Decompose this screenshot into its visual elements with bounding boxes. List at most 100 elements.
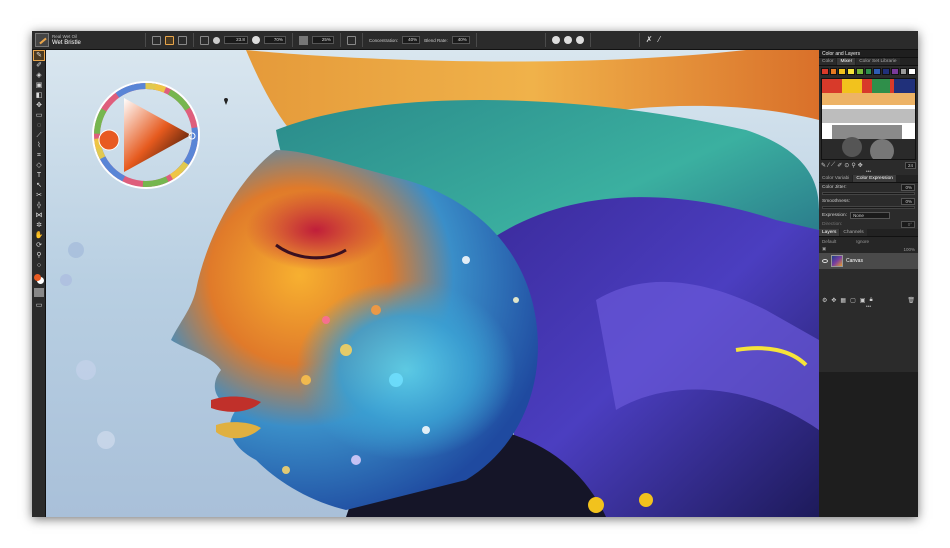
- pan-icon[interactable]: ✥: [858, 162, 863, 169]
- magnifier-icon[interactable]: ⚲: [34, 251, 44, 260]
- brush-thumbnail-icon[interactable]: [35, 33, 49, 47]
- rotate-page-icon[interactable]: ⟳: [34, 241, 44, 250]
- symmetry-icon[interactable]: ✂: [34, 191, 44, 200]
- dab-type-icon[interactable]: [346, 35, 356, 45]
- size-field[interactable]: 23.8: [223, 36, 248, 44]
- paint-bucket-icon[interactable]: ◈: [34, 71, 44, 80]
- opacity-row: ▣ 100%: [819, 245, 918, 253]
- layer-adjuster-icon[interactable]: ○: [34, 261, 44, 270]
- smoothness-slider[interactable]: [822, 206, 915, 209]
- mixer-swatch[interactable]: [908, 68, 917, 75]
- lock-layer-icon[interactable]: 🔒︎: [869, 297, 872, 304]
- tab-mixer[interactable]: Mixer: [837, 58, 856, 65]
- composite-row: Default Ignore: [819, 237, 918, 245]
- apply-color-icon[interactable]: ⁄: [828, 163, 829, 169]
- property-bar: Real Wet Oil Wet Bristle 23.8 70% 25% Co…: [32, 31, 918, 50]
- dirty-brush-icon[interactable]: ✎: [821, 162, 826, 169]
- magic-wand-icon[interactable]: ⟋: [34, 131, 44, 140]
- crop-icon[interactable]: ⌗: [34, 151, 44, 160]
- brush-mode-icon[interactable]: [164, 35, 174, 45]
- direction-field[interactable]: 0°: [901, 221, 915, 228]
- transform-icon[interactable]: ✥: [34, 101, 44, 110]
- stroke-attribute-icon[interactable]: ✗: [646, 35, 655, 45]
- stroke-mode-icon[interactable]: [177, 35, 187, 45]
- opacity-field[interactable]: 70%: [263, 36, 286, 44]
- expression-select[interactable]: None: [850, 212, 891, 219]
- mixer-swatch[interactable]: [847, 68, 855, 75]
- mixer-swatch[interactable]: [855, 68, 864, 75]
- tab-color-expression[interactable]: Color Expression: [853, 175, 896, 182]
- kaleidoscope-icon[interactable]: ✲: [34, 221, 44, 230]
- painting-artwork: [46, 50, 819, 517]
- mirror-icon[interactable]: ⋈: [34, 211, 44, 220]
- grain-icon: [298, 35, 308, 45]
- delete-layer-icon[interactable]: 🗑︎: [907, 297, 915, 304]
- tab-color-set-libraries[interactable]: Color Set Librarie: [856, 58, 900, 65]
- grain-field[interactable]: 25%: [311, 36, 334, 44]
- mixer-pad[interactable]: [821, 78, 916, 160]
- layer-commands-icon[interactable]: ⚙: [822, 297, 827, 304]
- layer-opacity-field[interactable]: 100%: [903, 247, 915, 252]
- mixer-swatch[interactable]: [821, 68, 829, 75]
- lasso-icon[interactable]: ◌: [34, 121, 44, 130]
- mixer-swatch[interactable]: [873, 68, 882, 75]
- reset-icon[interactable]: [551, 36, 560, 44]
- selection-adjuster-icon[interactable]: ↖: [34, 181, 44, 190]
- visibility-eye-icon[interactable]: [822, 259, 828, 263]
- color-wheel-icon[interactable]: [563, 36, 572, 44]
- new-watercolor-layer-icon[interactable]: ▣: [860, 297, 866, 304]
- sample-color-icon[interactable]: ✐: [837, 162, 842, 169]
- tab-layers[interactable]: Layers: [819, 229, 840, 236]
- mixer-swatch[interactable]: [882, 68, 890, 75]
- grabber-icon[interactable]: ✋: [34, 231, 44, 240]
- pattern-selector-icon[interactable]: ▭: [34, 301, 44, 310]
- mixer-swatch[interactable]: [864, 68, 873, 75]
- composite-method-select[interactable]: Default: [822, 239, 836, 244]
- brush-icon[interactable]: ✎: [33, 50, 45, 61]
- mixer-zoom-field[interactable]: 24: [904, 162, 916, 169]
- perspective-icon[interactable]: ⟠: [34, 201, 44, 210]
- tab-channels[interactable]: Channels: [840, 229, 867, 236]
- shape-icon[interactable]: ◇: [34, 161, 44, 170]
- composite-depth-select[interactable]: Ignore: [856, 239, 869, 244]
- dropper-icon[interactable]: ✐: [34, 61, 44, 70]
- brush-selector[interactable]: Real Wet Oil Wet Bristle: [32, 31, 81, 50]
- paper-selector-icon[interactable]: [34, 288, 44, 297]
- panels-dock: Color and Layers Color Mixer Color Set L…: [819, 50, 918, 517]
- dropper-mode-icon[interactable]: [575, 36, 584, 44]
- mixer-swatch[interactable]: [890, 68, 899, 75]
- mixer-swatch[interactable]: [838, 68, 847, 75]
- new-layer-group-icon[interactable]: ▦: [840, 297, 846, 304]
- dynamic-plugins-icon[interactable]: ✥: [831, 297, 836, 304]
- zoom-icon[interactable]: ⚲: [851, 162, 855, 169]
- rectangle-select-icon[interactable]: ▭: [34, 111, 44, 120]
- mixer-swatch[interactable]: [829, 68, 838, 75]
- layer-name: Canvas: [846, 258, 863, 264]
- sample-multiple-icon[interactable]: ⊙: [844, 162, 849, 169]
- text-icon[interactable]: T: [34, 171, 44, 180]
- color-jitter-slider[interactable]: [822, 192, 915, 195]
- blend-rate-field[interactable]: 40%: [451, 36, 470, 44]
- mix-color-icon[interactable]: ⟋: [831, 162, 835, 169]
- reset-tool-icon[interactable]: [151, 35, 161, 45]
- direction-label: Direction:: [822, 222, 843, 227]
- smoothness-field[interactable]: 0%: [901, 198, 915, 205]
- concentration-label: Concentration:: [368, 37, 399, 43]
- layer-lock-icon[interactable]: ▣: [822, 246, 826, 252]
- mixer-swatch[interactable]: [899, 68, 908, 75]
- pen-icon[interactable]: ⌇: [34, 141, 44, 150]
- main-color-swatch[interactable]: [34, 274, 41, 281]
- color-jitter-field[interactable]: 0%: [901, 184, 915, 191]
- document-canvas[interactable]: [46, 50, 819, 517]
- new-layer-icon[interactable]: ▢: [850, 297, 856, 304]
- tab-color-variability[interactable]: Color Variabi: [819, 175, 853, 182]
- concentration-field[interactable]: 40%: [402, 36, 421, 44]
- tab-color[interactable]: Color: [819, 58, 837, 65]
- stroke-style-icon[interactable]: ⁄: [659, 35, 668, 45]
- size-icon: [212, 36, 220, 44]
- color-swatches[interactable]: [34, 274, 44, 284]
- eraser-icon[interactable]: ◧: [34, 91, 44, 100]
- bucket-icon[interactable]: ▣: [34, 81, 44, 90]
- layer-row[interactable]: Canvas: [819, 253, 918, 269]
- stroke-type-icon[interactable]: [199, 35, 209, 45]
